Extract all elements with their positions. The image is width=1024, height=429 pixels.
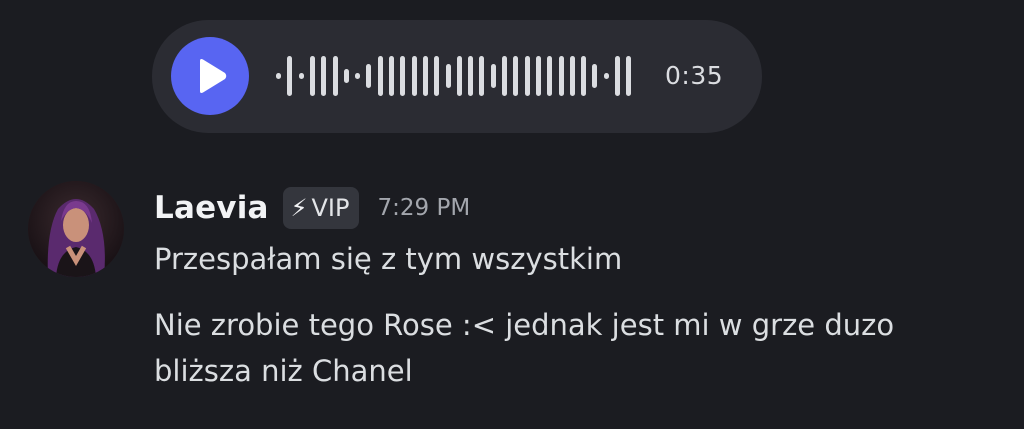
waveform-bar: [558, 56, 564, 96]
waveform-bar: [389, 56, 394, 96]
lightning-icon: ⚡: [290, 194, 308, 222]
message-text: Przespałam się z tym wszystkim: [154, 242, 623, 276]
waveform-bar: [456, 56, 462, 96]
waveform-bar: [400, 56, 406, 96]
voice-message: 0:35: [152, 20, 762, 133]
waveform-bar: [547, 56, 553, 96]
waveform-bar: [490, 64, 496, 88]
voice-waveform[interactable]: [276, 20, 656, 133]
chat-view: 0:35 Laevia ⚡ VIP 7:29 PM Przespałam się…: [0, 0, 1024, 429]
waveform-bar: [377, 56, 383, 96]
username[interactable]: Laevia: [154, 190, 269, 226]
waveform-bar: [321, 56, 327, 96]
waveform-bar: [411, 56, 417, 96]
waveform-bar: [422, 56, 428, 96]
waveform-bar: [332, 56, 338, 96]
waveform-bar: [309, 56, 315, 96]
avatar[interactable]: [28, 181, 124, 277]
waveform-bar: [468, 56, 474, 96]
badge-label: VIP: [311, 194, 350, 222]
message-text: Nie zrobie tego Rose :< jednak jest mi w…: [154, 308, 895, 342]
waveform-bar: [603, 73, 609, 79]
voice-duration: 0:35: [665, 61, 724, 90]
waveform-bar: [513, 56, 519, 96]
waveform-bar: [535, 56, 541, 96]
waveform-bar: [366, 64, 372, 88]
play-button[interactable]: [171, 37, 249, 115]
waveform-bar: [615, 56, 620, 96]
waveform-bar: [343, 69, 349, 83]
waveform-bar: [445, 64, 451, 88]
play-icon: [200, 59, 227, 93]
waveform-bar: [287, 56, 293, 96]
message-timestamp: 7:29 PM: [377, 195, 471, 221]
message-text: bliższa niż Chanel: [154, 354, 413, 388]
waveform-bar: [502, 56, 507, 96]
waveform-bar: [276, 73, 281, 79]
waveform-bar: [524, 56, 530, 96]
waveform-bar: [355, 73, 361, 79]
message-header: Laevia ⚡ VIP 7:29 PM: [154, 186, 470, 230]
waveform-bar: [592, 64, 598, 88]
waveform-bar: [298, 73, 304, 79]
waveform-bar: [581, 56, 587, 96]
waveform-bar: [626, 56, 632, 96]
vip-badge[interactable]: ⚡ VIP: [282, 187, 360, 229]
waveform-bar: [479, 56, 485, 96]
waveform-bar: [569, 56, 575, 96]
waveform-bar: [434, 56, 440, 96]
